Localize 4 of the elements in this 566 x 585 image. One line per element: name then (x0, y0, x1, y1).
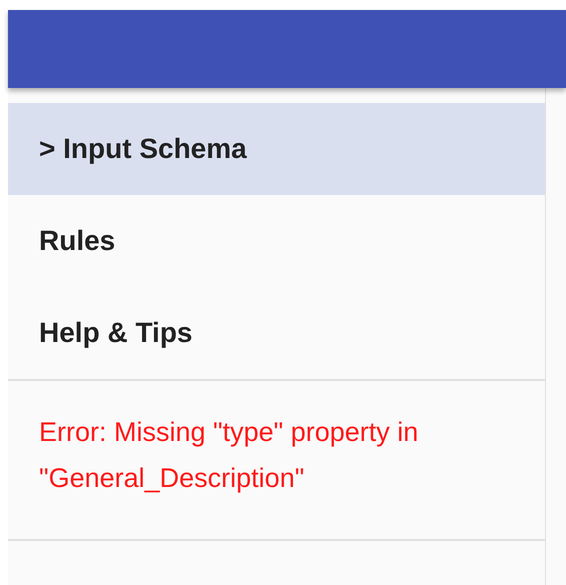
sidebar-item[interactable]: > Input Schema (8, 103, 545, 195)
sidebar-item[interactable]: Rules (8, 195, 545, 287)
sidebar-item[interactable]: Help & Tips (8, 287, 545, 379)
error-message: Error: Missing "type" property in "General_Description" (39, 416, 420, 495)
